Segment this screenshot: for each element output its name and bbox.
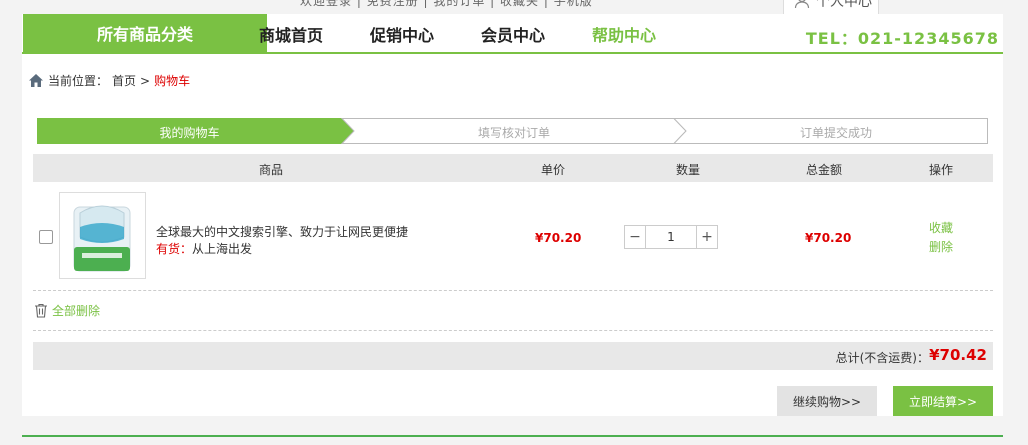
telephone: TEL：021-12345678 [805, 29, 999, 48]
ship-from: 从上海出发 [192, 242, 253, 256]
stock-label: 有货： [156, 242, 193, 256]
qty-input[interactable]: 1 [646, 226, 696, 248]
product-thumbnail [73, 205, 131, 272]
header-total: 总金额 [806, 163, 843, 177]
nav-item-member[interactable]: 会员中心 [481, 22, 545, 46]
favorite-link[interactable]: 收藏 [929, 219, 953, 236]
qty-plus-button[interactable]: + [696, 226, 717, 248]
delete-all-button[interactable]: 全部删除 [34, 302, 100, 319]
unit-price: ¥70.20 [535, 231, 582, 245]
user-center-label: 个人中心 [816, 0, 872, 10]
nav-item-home[interactable]: 商城首页 [259, 22, 323, 46]
breadcrumb-separator: > [140, 73, 151, 88]
quantity-stepper: − 1 + [624, 225, 718, 249]
nav-item-help[interactable]: 帮助中心 [592, 22, 656, 46]
delete-link[interactable]: 删除 [929, 238, 953, 255]
cart-summary: 总计(不含运费)： ¥70.42 [33, 342, 993, 370]
product-image[interactable] [59, 192, 146, 279]
header-product: 商品 [259, 163, 284, 177]
top-links[interactable]: 欢迎登录 | 免费注册 | 我的订单 | 收藏夹 | 手机版 [300, 0, 593, 9]
header-unit-price: 单价 [541, 163, 566, 177]
checkout-button[interactable]: 立即结算>> [893, 386, 993, 416]
step-1-label: 我的购物车 [159, 126, 220, 140]
all-categories-button[interactable]: 所有商品分类 [23, 14, 267, 52]
main-nav: 所有商品分类 商城首页 促销中心 会员中心 帮助中心 TEL：021-12345… [22, 14, 1003, 54]
breadcrumb-home-link[interactable]: 首页 [112, 72, 136, 89]
cart-table-header: 商品 单价 数量 总金额 操作 [33, 154, 993, 182]
breadcrumb: 当前位置： 首页 > 购物车 [28, 72, 190, 89]
header-quantity: 数量 [676, 163, 701, 177]
divider [33, 330, 993, 331]
footer-divider [22, 435, 1003, 437]
breadcrumb-prefix: 当前位置： [48, 74, 109, 88]
checkout-steps: 我的购物车 填写核对订单 订单提交成功 [37, 118, 988, 144]
step-3-label: 订单提交成功 [799, 126, 872, 140]
user-icon [794, 0, 810, 9]
row-total: ¥70.20 [805, 231, 852, 245]
qty-minus-button[interactable]: − [625, 226, 646, 248]
breadcrumb-current: 购物车 [154, 74, 191, 88]
trash-icon [35, 303, 47, 318]
delete-all-label: 全部删除 [52, 304, 101, 318]
summary-amount: ¥70.42 [929, 346, 987, 364]
nav-item-promo[interactable]: 促销中心 [370, 22, 434, 46]
cart-panel: 所有商品分类 商城首页 促销中心 会员中心 帮助中心 TEL：021-12345… [22, 14, 1003, 416]
step-2-label: 填写核对订单 [477, 126, 550, 140]
product-name[interactable]: 全球最大的中文搜索引擎、致力于让网民更便捷 [156, 223, 408, 240]
stock-info: 有货：从上海出发 [156, 240, 252, 257]
table-row: 全球最大的中文搜索引擎、致力于让网民更便捷 有货：从上海出发 ¥70.20 − … [33, 184, 993, 291]
row-checkbox[interactable] [39, 230, 53, 244]
continue-shopping-button[interactable]: 继续购物>> [777, 386, 877, 416]
summary-label: 总计(不含运费)： [835, 351, 929, 365]
header-actions: 操作 [929, 163, 954, 177]
home-icon [29, 74, 43, 87]
